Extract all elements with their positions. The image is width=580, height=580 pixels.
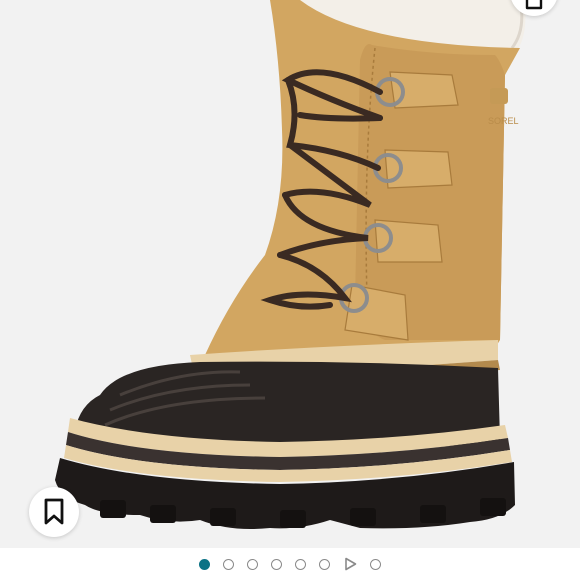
share-icon <box>525 0 543 10</box>
pager-dot[interactable] <box>271 558 282 570</box>
pager-dot[interactable] <box>295 558 306 570</box>
product-image-boot[interactable]: SOREL <box>0 0 580 548</box>
pager-dot[interactable] <box>247 558 258 570</box>
bookmark-button[interactable] <box>29 487 79 537</box>
image-gallery[interactable]: SOREL <box>0 0 580 548</box>
pager-dot[interactable] <box>319 558 330 570</box>
image-pager <box>0 548 580 580</box>
brand-mark: SOREL <box>488 116 519 126</box>
bookmark-icon <box>44 498 64 525</box>
pager-video-indicator[interactable] <box>343 557 357 571</box>
pager-dot[interactable] <box>370 558 381 570</box>
pager-dot[interactable] <box>223 558 234 570</box>
play-icon <box>344 557 356 571</box>
pager-dot-active[interactable] <box>199 558 210 570</box>
